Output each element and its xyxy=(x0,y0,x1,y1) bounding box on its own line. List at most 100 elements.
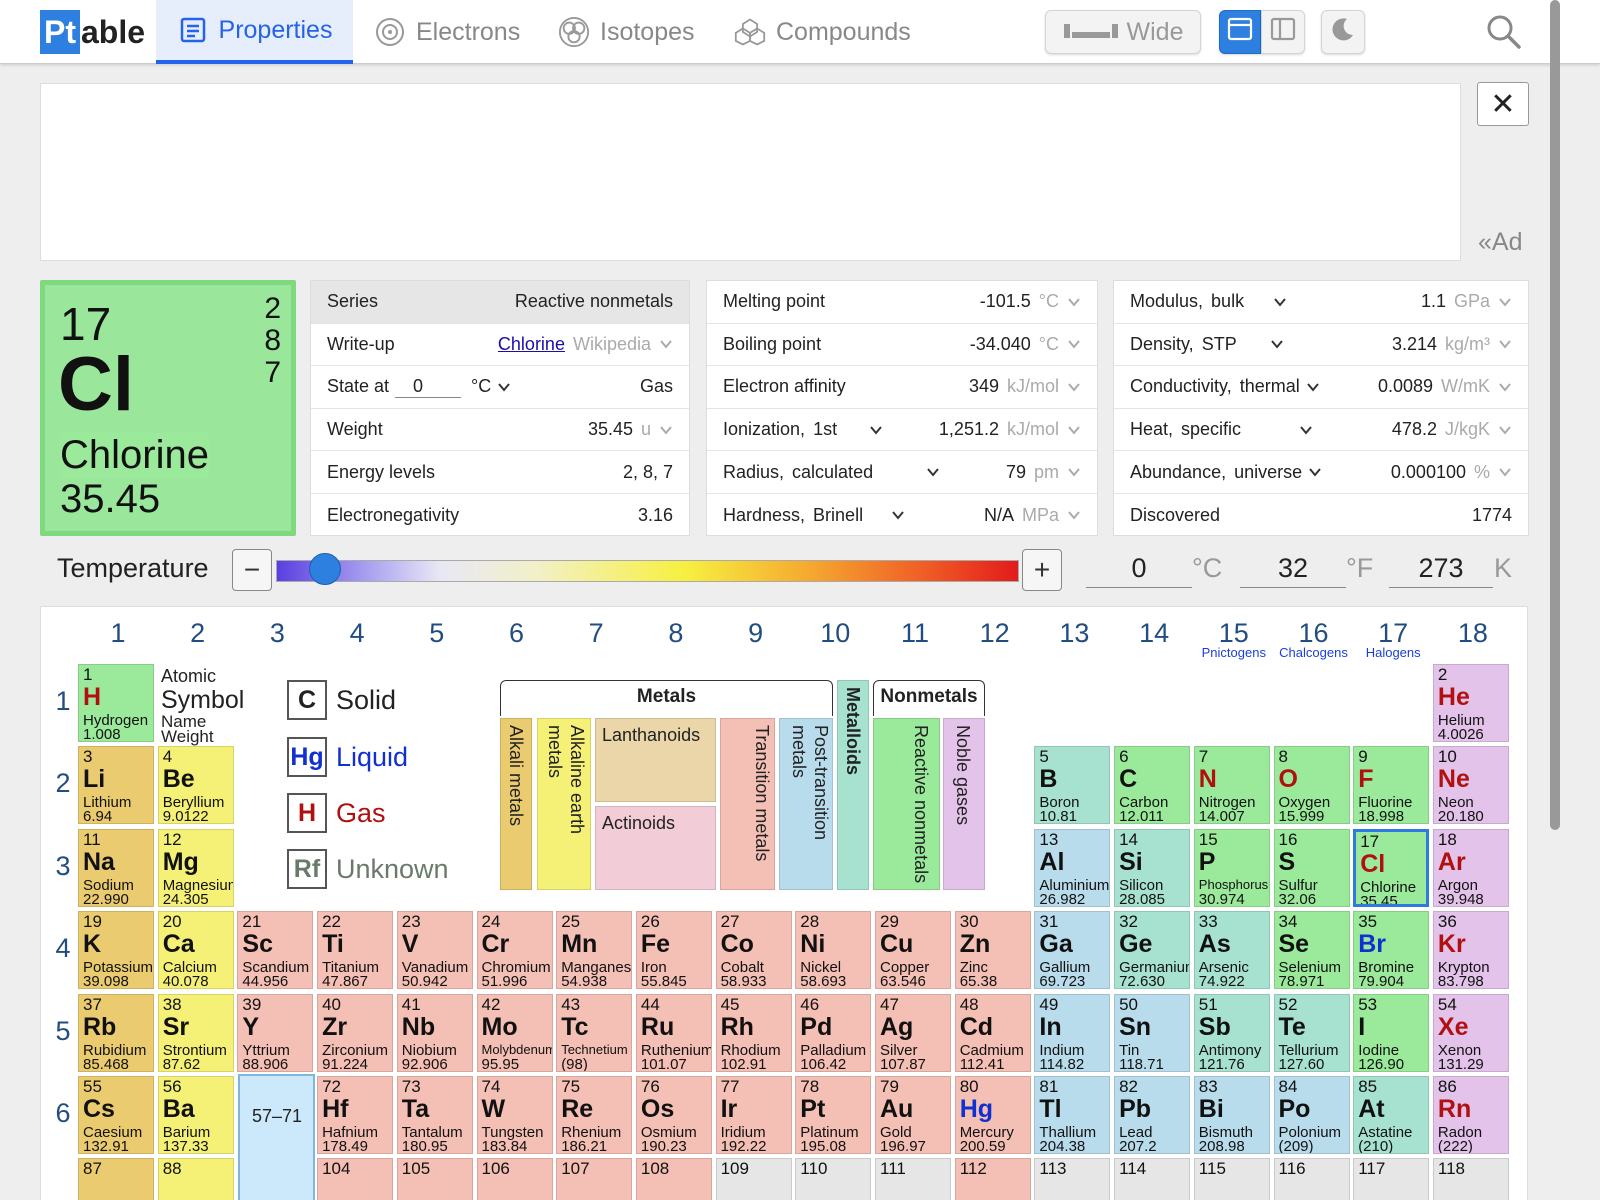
period-header-6[interactable]: 6 xyxy=(48,1098,78,1129)
radius-select[interactable]: calculated xyxy=(792,462,940,483)
tab-compounds[interactable]: Compounds xyxy=(734,0,911,64)
fahrenheit-input[interactable]: 32 xyxy=(1240,548,1346,588)
element-tile-na[interactable]: 11 Na Sodium 22.990 xyxy=(78,828,154,907)
tab-properties[interactable]: Properties xyxy=(156,0,353,64)
kelvin-input[interactable]: 273 xyxy=(1389,548,1493,588)
element-tile-109[interactable]: 109 xyxy=(715,1158,792,1200)
group-header-2[interactable]: 2 xyxy=(158,618,238,649)
legend-actinoids[interactable]: Actinoids xyxy=(595,806,716,890)
element-tile-rn[interactable]: 86 Rn Radon (222) xyxy=(1432,1076,1509,1154)
element-tile-106[interactable]: 106 xyxy=(476,1158,553,1200)
chevron-down-icon[interactable] xyxy=(1067,380,1081,394)
group-header-4[interactable]: 4 xyxy=(317,618,397,649)
group-header-8[interactable]: 8 xyxy=(636,618,716,649)
group-header-12[interactable]: 12 xyxy=(955,618,1035,649)
group-header-14[interactable]: 14 xyxy=(1114,618,1194,649)
element-tile-au[interactable]: 79 Au Gold 196.97 xyxy=(875,1076,951,1154)
element-tile-87[interactable]: 87 xyxy=(78,1158,154,1200)
element-tile-mn[interactable]: 25 Mn Manganese 54.938 xyxy=(556,911,633,990)
group-header-18[interactable]: 18 xyxy=(1433,618,1513,649)
element-tile-pd[interactable]: 46 Pd Palladium 106.42 xyxy=(795,993,872,1072)
group-header-13[interactable]: 13 xyxy=(1034,618,1114,649)
group-header-10[interactable]: 10 xyxy=(795,618,875,649)
hardness-select[interactable]: Brinell xyxy=(813,505,905,526)
element-tile-he[interactable]: 2 He Helium 4.0026 xyxy=(1432,664,1509,742)
state-temp-input[interactable]: 0 xyxy=(395,376,462,398)
element-tile-117[interactable]: 117 xyxy=(1353,1158,1430,1200)
chevron-down-icon[interactable] xyxy=(659,337,673,351)
element-tile-sb[interactable]: 51 Sb Antimony 121.76 xyxy=(1193,993,1270,1072)
element-tile-113[interactable]: 113 xyxy=(1034,1158,1111,1200)
legend-gas-box[interactable]: H xyxy=(287,793,327,833)
element-tile-111[interactable]: 111 xyxy=(875,1158,951,1200)
period-header-2[interactable]: 2 xyxy=(48,768,78,799)
legend-unknown-box[interactable]: Rf xyxy=(287,849,327,889)
element-tile-tc[interactable]: 43 Tc Technetium (98) xyxy=(556,993,633,1072)
chevron-down-icon[interactable] xyxy=(1498,465,1512,479)
element-tile-tl[interactable]: 81 Tl Thallium 204.38 xyxy=(1034,1076,1111,1154)
tab-isotopes[interactable]: Isotopes xyxy=(558,0,695,64)
element-tile-in[interactable]: 49 In Indium 114.82 xyxy=(1034,993,1111,1072)
element-tile-ag[interactable]: 47 Ag Silver 107.87 xyxy=(875,993,951,1072)
legend-unknown-label[interactable]: Unknown xyxy=(336,854,449,885)
element-tile-y[interactable]: 39 Y Yttrium 88.906 xyxy=(237,993,314,1072)
element-tile-nb[interactable]: 41 Nb Niobium 92.906 xyxy=(396,993,473,1072)
legend-noble-gases[interactable]: Noble gases xyxy=(943,718,985,890)
group-header-9[interactable]: 9 xyxy=(716,618,796,649)
chevron-down-icon[interactable] xyxy=(1067,337,1081,351)
element-tile-be[interactable]: 4 Be Beryllium 9.0122 xyxy=(157,746,234,825)
element-tile-xe[interactable]: 54 Xe Xenon 131.29 xyxy=(1432,993,1509,1072)
element-tile-b[interactable]: 5 B Boron 10.81 xyxy=(1034,746,1111,825)
legend-alkali-metals[interactable]: Alkali metals xyxy=(500,718,532,890)
element-tile-os[interactable]: 76 Os Osmium 190.23 xyxy=(635,1076,712,1154)
element-tile-v[interactable]: 23 V Vanadium 50.942 xyxy=(396,911,473,990)
element-tile-110[interactable]: 110 xyxy=(795,1158,872,1200)
chevron-down-icon[interactable] xyxy=(659,423,673,437)
element-tile-118[interactable]: 118 xyxy=(1432,1158,1509,1200)
group-name-17[interactable]: Halogens xyxy=(1353,645,1433,660)
modulus-select[interactable]: bulk xyxy=(1211,291,1287,312)
element-tile-hg[interactable]: 80 Hg Mercury 200.59 xyxy=(954,1076,1031,1154)
layout-sidebar-button[interactable] xyxy=(1261,10,1305,54)
element-tile-as[interactable]: 33 As Arsenic 74.922 xyxy=(1193,911,1270,990)
writeup-link[interactable]: Chlorine xyxy=(498,334,565,355)
element-tile-rh[interactable]: 45 Rh Rhodium 102.91 xyxy=(715,993,792,1072)
legend-reactive-nonmetals[interactable]: Reactive nonmetals xyxy=(873,718,940,890)
temperature-decrease-button[interactable]: − xyxy=(232,549,272,591)
element-tile-co[interactable]: 27 Co Cobalt 58.933 xyxy=(715,911,792,990)
element-tile-sc[interactable]: 21 Sc Scandium 44.956 xyxy=(237,911,314,990)
element-tile-pt[interactable]: 78 Pt Platinum 195.08 xyxy=(795,1076,872,1154)
ionization-select[interactable]: 1st xyxy=(813,419,883,440)
state-unit-select[interactable]: °C xyxy=(471,376,511,397)
dark-mode-button[interactable] xyxy=(1321,10,1365,54)
legend-solid-label[interactable]: Solid xyxy=(336,685,396,716)
element-tile-ge[interactable]: 32 Ge Germanium 72.630 xyxy=(1114,911,1191,990)
element-tile-107[interactable]: 107 xyxy=(556,1158,633,1200)
celsius-input[interactable]: 0 xyxy=(1086,548,1192,588)
search-icon[interactable] xyxy=(1486,14,1522,55)
heat-select[interactable]: specific xyxy=(1181,419,1313,440)
element-tile-n[interactable]: 7 N Nitrogen 14.007 xyxy=(1193,746,1270,825)
element-tile-ti[interactable]: 22 Ti Titanium 47.867 xyxy=(317,911,394,990)
legend-metalloids[interactable]: Metalloids xyxy=(837,680,869,890)
element-tile-88[interactable]: 88 xyxy=(157,1158,234,1200)
period-header-4[interactable]: 4 xyxy=(48,933,78,964)
element-tile-ga[interactable]: 31 Ga Gallium 69.723 xyxy=(1034,911,1111,990)
element-tile-o[interactable]: 8 O Oxygen 15.999 xyxy=(1273,746,1350,825)
lanthanoid-placeholder[interactable]: 57–71 xyxy=(238,1074,315,1200)
ad-label[interactable]: «Ad xyxy=(1478,228,1522,257)
abundance-select[interactable]: universe xyxy=(1234,462,1322,483)
element-tile-ta[interactable]: 73 Ta Tantalum 180.95 xyxy=(396,1076,473,1154)
element-tile-ir[interactable]: 77 Ir Iridium 192.22 xyxy=(715,1076,792,1154)
element-tile-cs[interactable]: 55 Cs Caesium 132.91 xyxy=(78,1076,154,1154)
legend-lanthanoids[interactable]: Lanthanoids xyxy=(595,718,716,802)
chevron-down-icon[interactable] xyxy=(1067,508,1081,522)
element-tile-f[interactable]: 9 F Fluorine 18.998 xyxy=(1353,746,1430,825)
element-tile-zr[interactable]: 40 Zr Zirconium 91.224 xyxy=(317,993,394,1072)
element-tile-114[interactable]: 114 xyxy=(1114,1158,1191,1200)
element-tile-116[interactable]: 116 xyxy=(1273,1158,1350,1200)
element-tile-bi[interactable]: 83 Bi Bismuth 208.98 xyxy=(1193,1076,1270,1154)
element-tile-cd[interactable]: 48 Cd Cadmium 112.41 xyxy=(954,993,1031,1072)
legend-gas-label[interactable]: Gas xyxy=(336,798,386,829)
element-tile-kr[interactable]: 36 Kr Krypton 83.798 xyxy=(1432,911,1509,990)
